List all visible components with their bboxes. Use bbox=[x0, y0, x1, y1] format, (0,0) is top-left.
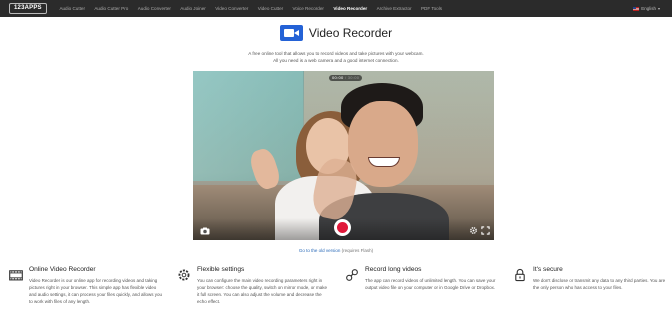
feature-item: It's secure We don't disclose or transmi… bbox=[504, 266, 672, 305]
nav-item-video-converter[interactable]: Video Converter bbox=[211, 0, 254, 17]
fullscreen-icon[interactable] bbox=[481, 226, 490, 235]
video-camera-icon bbox=[279, 25, 303, 41]
feature-title: Record long videos bbox=[365, 266, 422, 273]
webcam-scene-window bbox=[193, 71, 303, 181]
feature-item: Record long videos The app can record vi… bbox=[336, 266, 504, 305]
feature-text: You can configure the main video recordi… bbox=[197, 278, 327, 304]
feature-title: Flexible settings bbox=[197, 266, 245, 273]
feature-item: Flexible settings You can configure the … bbox=[168, 266, 336, 305]
top-navigation-bar: 123APPS Audio Cutter Audio Cutter Pro Au… bbox=[0, 0, 672, 17]
link-icon bbox=[346, 269, 358, 281]
page-title: Video Recorder bbox=[308, 26, 393, 40]
feature-text: The app can record videos of unlimited l… bbox=[365, 278, 496, 290]
feature-title: Online Video Recorder bbox=[29, 266, 96, 273]
old-version-note: (requires Flash) bbox=[341, 248, 374, 253]
time-elapsed: 00:00 bbox=[332, 75, 344, 80]
nav-item-pdf-tools[interactable]: PDF Tools bbox=[416, 0, 446, 17]
chevron-down-icon: ▾ bbox=[657, 6, 660, 11]
film-strip-icon bbox=[9, 270, 23, 281]
record-button[interactable] bbox=[334, 219, 351, 236]
nav-item-audio-converter[interactable]: Audio Converter bbox=[133, 0, 176, 17]
feature-text: We don't disclose or transmit any data t… bbox=[533, 278, 666, 290]
nav-item-voice-recorder[interactable]: Voice Recorder bbox=[288, 0, 329, 17]
features-section: Online Video Recorder Video Recorder is … bbox=[0, 266, 672, 305]
settings-icon bbox=[178, 269, 190, 281]
nav-item-audio-cutter[interactable]: Audio Cutter bbox=[55, 0, 90, 17]
gear-icon[interactable] bbox=[469, 226, 478, 235]
old-version-link[interactable]: Go to the old version bbox=[299, 248, 341, 253]
camera-icon[interactable] bbox=[200, 227, 210, 235]
feature-text: Video Recorder is our online app for rec… bbox=[29, 278, 162, 304]
nav-item-audio-cutter-pro[interactable]: Audio Cutter Pro bbox=[90, 0, 133, 17]
nav-item-archive-extractor[interactable]: Archive Extractor bbox=[372, 0, 416, 17]
nav-item-video-cutter[interactable]: Video Cutter bbox=[253, 0, 288, 17]
webcam-scene-smile bbox=[368, 157, 400, 167]
feature-title: It's secure bbox=[533, 266, 563, 273]
feature-item: Online Video Recorder Video Recorder is … bbox=[0, 266, 168, 305]
recording-timer: 00:00 / 30:00 bbox=[329, 75, 363, 81]
app-nav: Audio Cutter Audio Cutter Pro Audio Conv… bbox=[55, 0, 447, 17]
page-header: Video Recorder bbox=[0, 25, 672, 41]
language-selector[interactable]: English ▾ bbox=[633, 0, 660, 17]
webcam-scene-person-face bbox=[348, 101, 418, 187]
time-limit: 30:00 bbox=[347, 75, 360, 80]
language-label: English bbox=[641, 6, 656, 11]
webcam-preview[interactable]: 00:00 / 30:00 bbox=[193, 71, 494, 240]
uk-flag-icon bbox=[633, 6, 640, 11]
old-version-notice: Go to the old version (requires Flash) bbox=[0, 248, 672, 253]
site-logo[interactable]: 123APPS bbox=[9, 3, 47, 14]
nav-item-audio-joiner[interactable]: Audio Joiner bbox=[176, 0, 211, 17]
time-separator: / bbox=[344, 75, 347, 80]
nav-item-video-recorder[interactable]: Video Recorder bbox=[329, 0, 372, 17]
page-description: A free online tool that allows you to re… bbox=[248, 51, 424, 64]
lock-icon bbox=[515, 268, 525, 282]
